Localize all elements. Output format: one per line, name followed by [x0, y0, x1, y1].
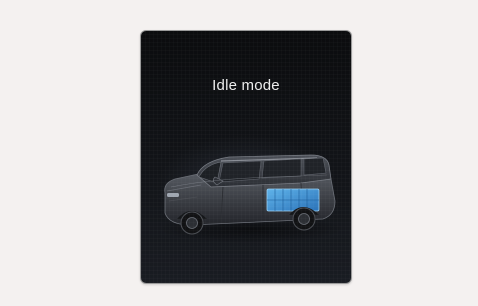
- mode-title: Idle mode: [212, 77, 280, 94]
- vehicle-top-view-icon: [159, 154, 343, 243]
- vehicle-status-display: Idle mode: [140, 30, 352, 284]
- page: Idle mode: [0, 0, 478, 306]
- battery-pack-icon: [266, 188, 320, 212]
